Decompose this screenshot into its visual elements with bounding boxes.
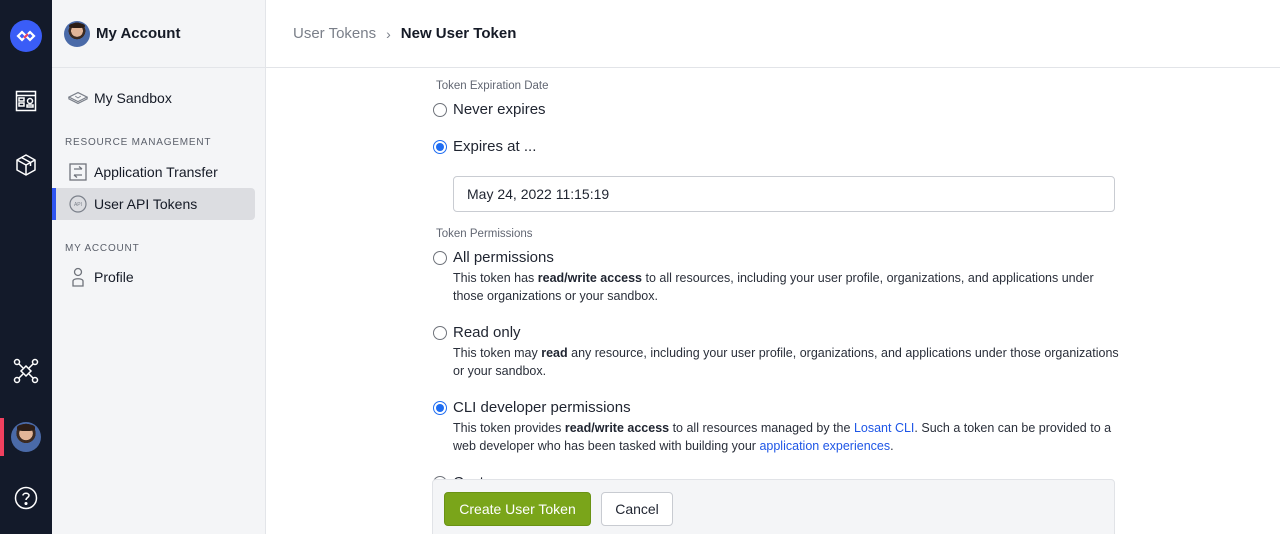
desc-text: This token may: [453, 346, 542, 360]
breadcrumb-user-tokens-link[interactable]: User Tokens: [293, 25, 376, 42]
radio-label: Read only: [453, 324, 521, 341]
page-title: New User Token: [400, 25, 517, 42]
application-experiences-link[interactable]: application experiences: [759, 439, 890, 453]
radio-read-only[interactable]: Read only: [433, 324, 521, 341]
desc-bold: read: [541, 346, 568, 360]
radio-button[interactable]: [433, 250, 447, 265]
radio-button[interactable]: [433, 102, 447, 117]
organizations-button[interactable]: [0, 358, 52, 388]
breadcrumb-separator: ›: [386, 25, 391, 42]
section-heading-my-account: MY ACCOUNT: [65, 243, 140, 254]
all-permissions-description: This token has read/write access to all …: [453, 269, 1123, 305]
expiration-label: Token Expiration Date: [436, 80, 549, 92]
sidebar-header: My Account: [52, 0, 265, 68]
cancel-button[interactable]: Cancel: [601, 492, 673, 526]
radio-label: CLI developer permissions: [453, 399, 631, 416]
box-icon: [14, 153, 38, 182]
losant-cli-link[interactable]: Losant CLI: [854, 421, 914, 435]
read-only-description: This token may read any resource, includ…: [453, 344, 1123, 380]
desc-text: This token has: [453, 271, 538, 285]
sidebar-item-my-sandbox[interactable]: My Sandbox: [52, 82, 255, 114]
sidebar-item-user-api-tokens[interactable]: API User API Tokens: [52, 188, 255, 220]
sidebar-item-label: Application Transfer: [94, 164, 218, 180]
sidebar-item-label: My Sandbox: [94, 90, 172, 106]
create-user-token-button[interactable]: Create User Token: [444, 492, 591, 526]
transfer-icon: [68, 162, 88, 182]
radio-label: Expires at ...: [453, 138, 537, 155]
account-sidebar: My Account My Sandbox RESOURCE MANAGEMEN…: [52, 0, 266, 534]
radio-label: All permissions: [453, 249, 554, 266]
permissions-label: Token Permissions: [436, 228, 533, 240]
desc-text: to all resources managed by the: [669, 421, 854, 435]
svg-text:API: API: [74, 202, 82, 208]
sidebar-item-label: Profile: [94, 269, 134, 285]
account-button[interactable]: [0, 418, 52, 456]
avatar: [11, 422, 41, 452]
radio-all-permissions[interactable]: All permissions: [433, 249, 554, 266]
desc-text: This token provides: [453, 421, 565, 435]
user-icon: [68, 267, 88, 287]
radio-button[interactable]: [433, 139, 447, 154]
icon-rail: [0, 0, 52, 534]
radio-label: Never expires: [453, 101, 546, 118]
radio-button[interactable]: [433, 400, 447, 415]
desc-bold: read/write access: [564, 421, 670, 435]
section-heading-resource-management: RESOURCE MANAGEMENT: [65, 137, 212, 148]
avatar: [64, 20, 90, 47]
desc-bold: read/write access: [537, 271, 643, 285]
breadcrumb: User Tokens › New User Token: [266, 0, 1280, 68]
cli-developer-description: This token provides read/write access to…: [453, 419, 1123, 455]
dashboards-button[interactable]: [0, 88, 52, 118]
home-logo-button[interactable]: [0, 18, 52, 54]
radio-expires-at[interactable]: Expires at ...: [433, 138, 536, 155]
help-button[interactable]: [0, 485, 52, 515]
dashboard-icon: [15, 90, 37, 117]
desc-text: .: [890, 439, 894, 453]
sandbox-icon: [68, 88, 88, 108]
sidebar-item-profile[interactable]: Profile: [52, 261, 255, 293]
losant-logo-icon: [10, 20, 42, 52]
radio-never-expires[interactable]: Never expires: [433, 101, 546, 118]
sidebar-item-label: User API Tokens: [94, 196, 198, 212]
help-icon: [14, 486, 38, 515]
sidebar-item-application-transfer[interactable]: Application Transfer: [52, 156, 255, 188]
expiration-date-input[interactable]: [453, 176, 1115, 212]
sidebar-title: My Account: [96, 25, 181, 42]
form-footer: Create User Token Cancel: [432, 479, 1115, 534]
network-icon: [13, 358, 39, 389]
api-icon: API: [68, 194, 88, 214]
radio-cli-developer[interactable]: CLI developer permissions: [433, 399, 631, 416]
active-indicator: [0, 418, 4, 456]
applications-button[interactable]: [0, 152, 52, 182]
radio-button[interactable]: [433, 325, 447, 340]
